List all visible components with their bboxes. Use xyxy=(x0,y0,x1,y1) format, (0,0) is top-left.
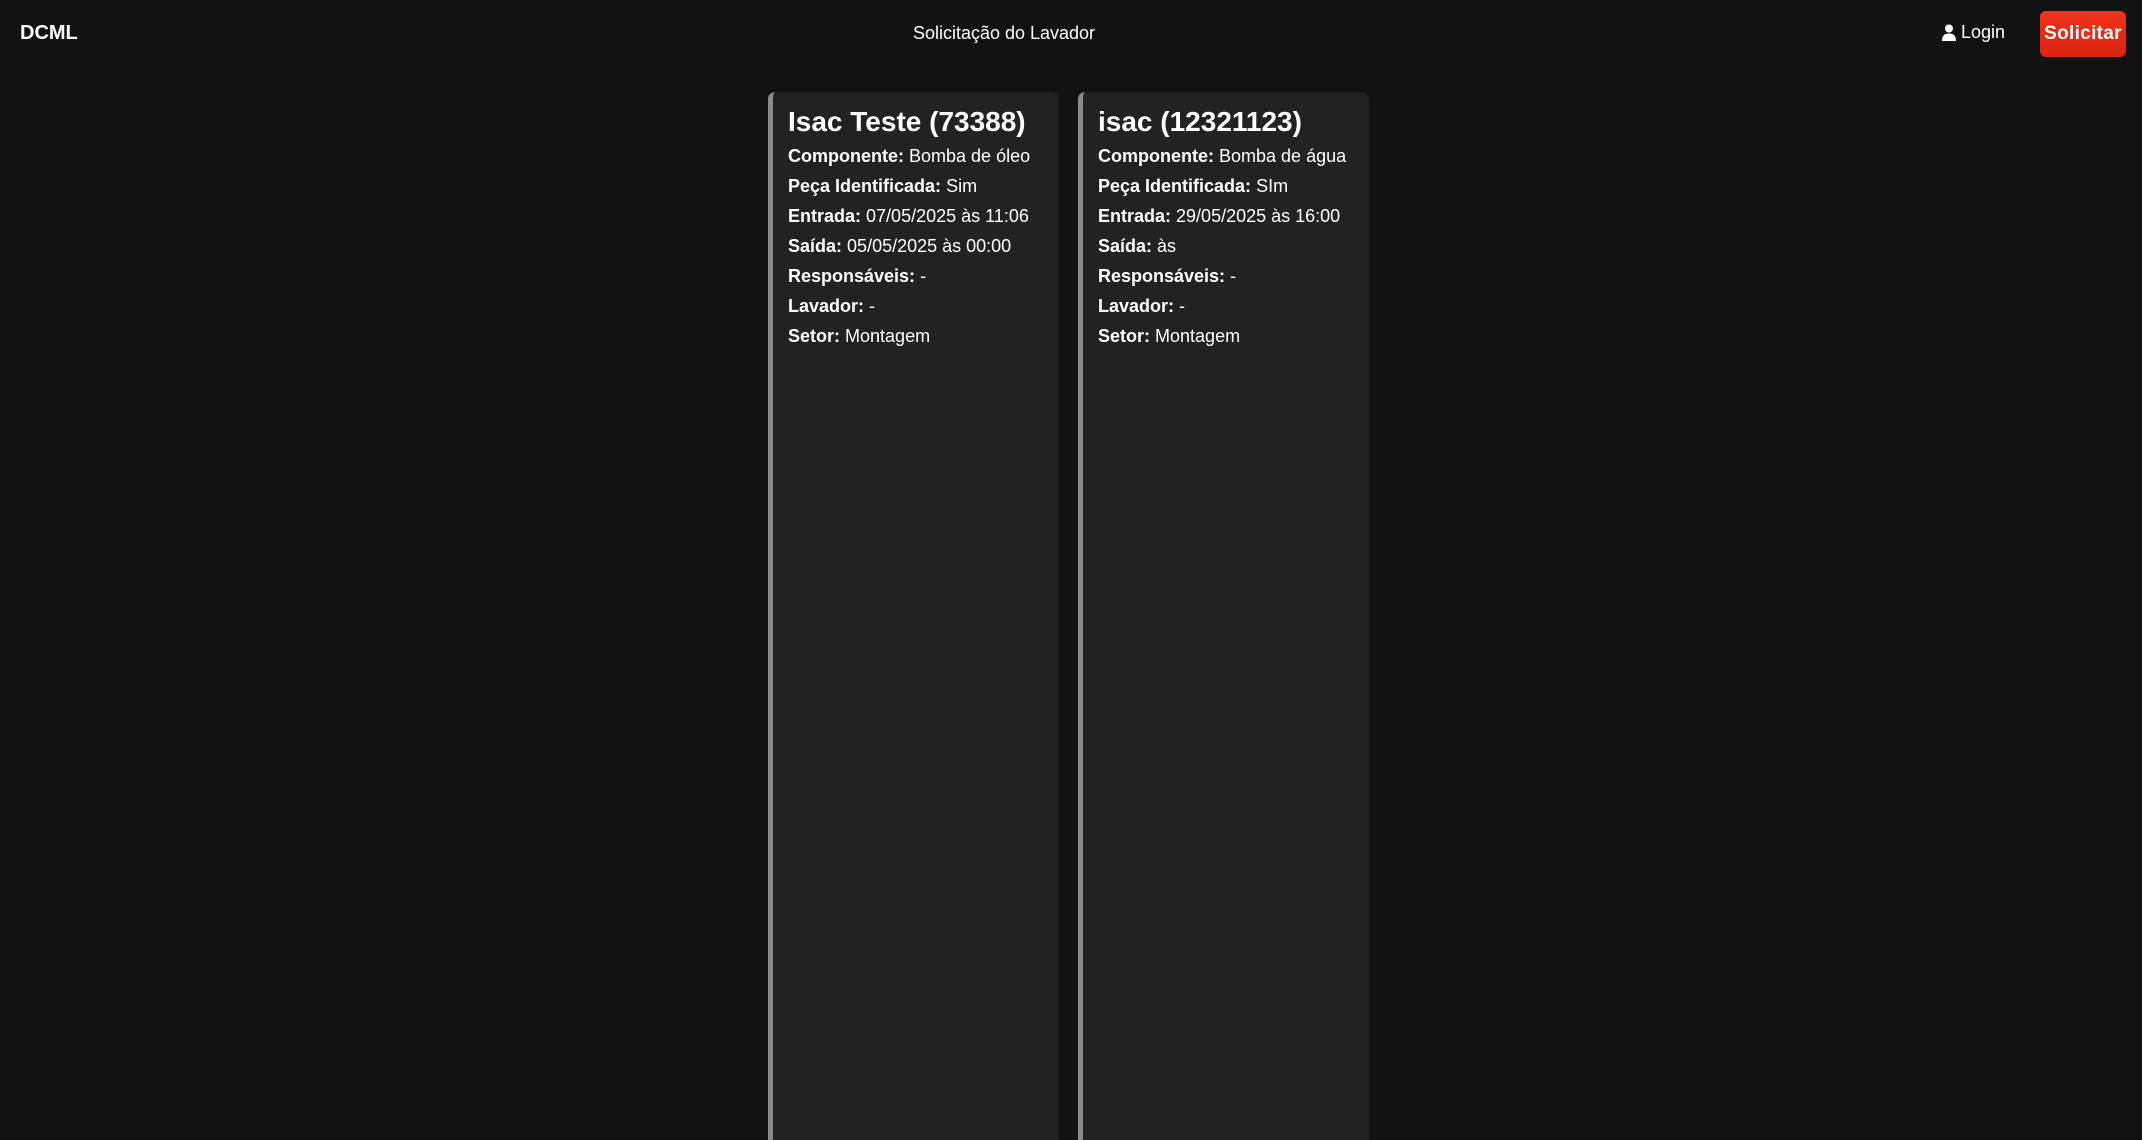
field-label: Setor: xyxy=(788,326,841,346)
user-icon xyxy=(1942,24,1956,41)
request-card[interactable]: isac (12321123) Componente: Bomba de águ… xyxy=(1078,92,1369,1140)
field-label: Entrada: xyxy=(788,206,862,226)
field-value: SIm xyxy=(1256,176,1289,196)
field-value: 29/05/2025 às 16:00 xyxy=(1176,206,1341,226)
login-label: Login xyxy=(1961,22,2006,42)
top-navbar: DCML Solicitação do Lavador Login Solici… xyxy=(0,0,2142,66)
field-peca-identificada: Peça Identificada: SIm xyxy=(1098,176,1353,197)
field-value: 05/05/2025 às 00:00 xyxy=(847,236,1012,256)
field-label: Responsáveis: xyxy=(788,266,916,286)
field-label: Lavador: xyxy=(788,296,865,316)
field-value: 07/05/2025 às 11:06 xyxy=(866,206,1029,226)
field-componente: Componente: Bomba de água xyxy=(1098,146,1353,167)
card-title: isac (12321123) xyxy=(1098,106,1302,137)
field-label: Peça Identificada: xyxy=(788,176,942,196)
field-value: Bomba de óleo xyxy=(909,146,1031,166)
field-value: - xyxy=(1230,266,1237,286)
request-card[interactable]: Isac Teste (73388) Componente: Bomba de … xyxy=(768,92,1059,1140)
solicitar-button[interactable]: Solicitar xyxy=(2040,11,2126,57)
field-label: Componente: xyxy=(788,146,904,166)
field-value: Montagem xyxy=(1155,326,1241,346)
field-value: Montagem xyxy=(845,326,931,346)
field-value: às xyxy=(1157,236,1177,256)
field-value: - xyxy=(1179,296,1186,316)
field-entrada: Entrada: 29/05/2025 às 16:00 xyxy=(1098,206,1353,227)
page-title: Solicitação do Lavador xyxy=(912,23,1096,43)
field-lavador: Lavador: - xyxy=(1098,296,1353,317)
field-label: Entrada: xyxy=(1098,206,1172,226)
field-entrada: Entrada: 07/05/2025 às 11:06 xyxy=(788,206,1043,227)
field-responsaveis: Responsáveis: - xyxy=(1098,266,1353,287)
field-value: - xyxy=(869,296,876,316)
card-title: Isac Teste (73388) xyxy=(788,106,1026,137)
field-responsaveis: Responsáveis: - xyxy=(788,266,1043,287)
field-value: Bomba de água xyxy=(1219,146,1347,166)
requests-board: Isac Teste (73388) Componente: Bomba de … xyxy=(768,92,1369,1140)
field-saida: Saída: 05/05/2025 às 00:00 xyxy=(788,236,1043,257)
field-label: Componente: xyxy=(1098,146,1214,166)
field-lavador: Lavador: - xyxy=(788,296,1043,317)
field-label: Saída: xyxy=(788,236,843,256)
field-saida: Saída: às xyxy=(1098,236,1353,257)
field-setor: Setor: Montagem xyxy=(1098,326,1353,347)
field-componente: Componente: Bomba de óleo xyxy=(788,146,1043,167)
field-label: Setor: xyxy=(1098,326,1151,346)
field-label: Peça Identificada: xyxy=(1098,176,1252,196)
field-value: - xyxy=(920,266,927,286)
login-link[interactable]: Login xyxy=(1942,22,2005,43)
field-peca-identificada: Peça Identificada: Sim xyxy=(788,176,1043,197)
field-value: Sim xyxy=(946,176,978,196)
field-setor: Setor: Montagem xyxy=(788,326,1043,347)
field-label: Lavador: xyxy=(1098,296,1175,316)
field-label: Responsáveis: xyxy=(1098,266,1226,286)
field-label: Saída: xyxy=(1098,236,1153,256)
